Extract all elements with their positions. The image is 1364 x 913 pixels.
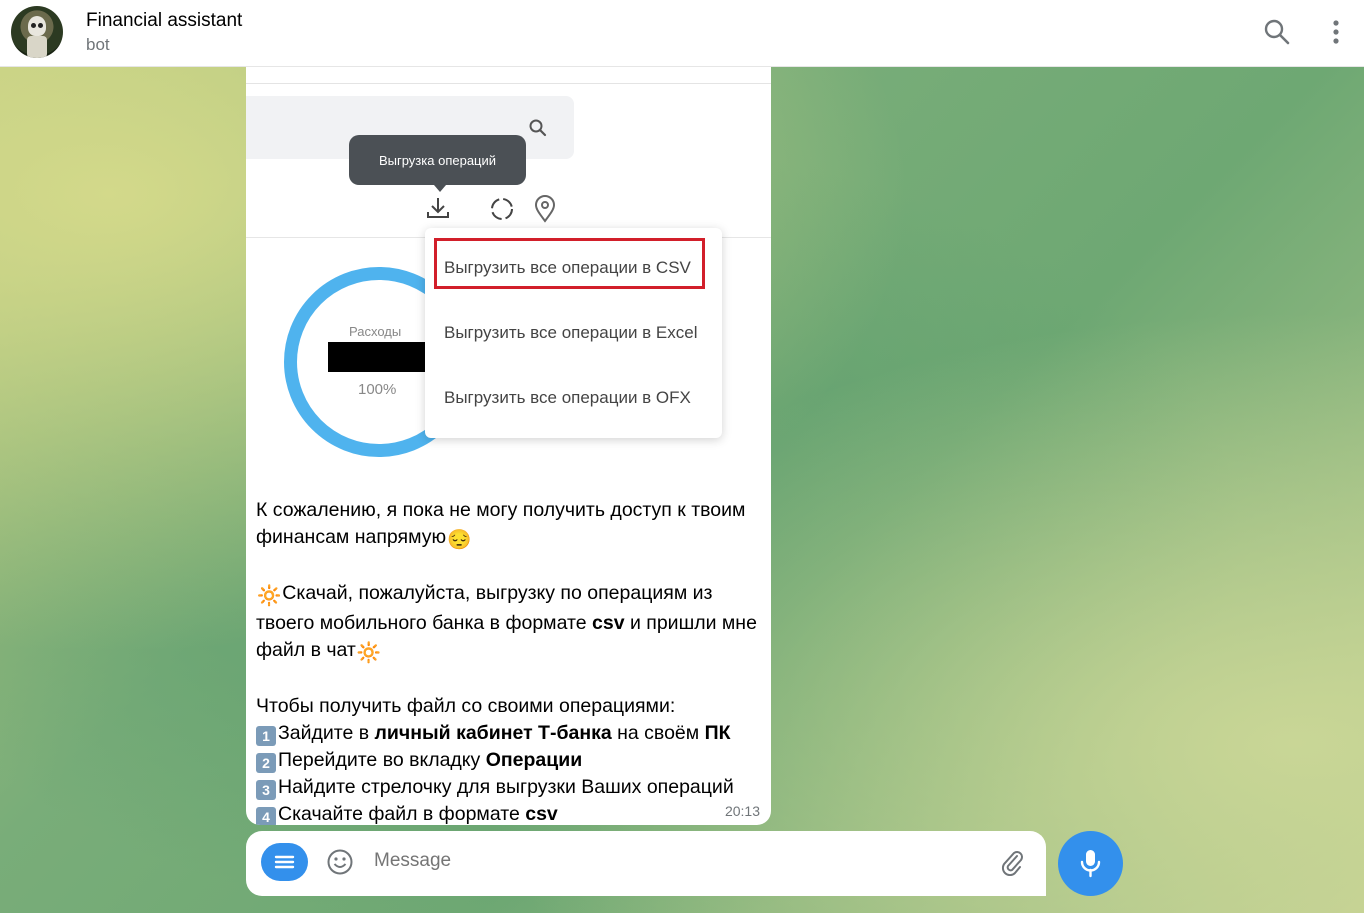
message-composer [246,831,1046,896]
smiley-icon[interactable] [326,848,354,876]
message-time: 20:13 [724,803,760,819]
chat-title[interactable]: Financial assistant [86,10,242,32]
location-pin-icon [534,195,556,223]
menu-icon [274,855,295,869]
donut-label: Расходы [349,324,402,339]
keycap-4-icon: 4 [256,807,276,825]
refresh-icon [491,198,513,220]
sun-emoji-icon: 🔆 [356,642,382,664]
step-2: 2 Перейдите во вкладку Операции [256,747,761,774]
more-vertical-icon[interactable] [1321,17,1351,47]
search-icon[interactable] [1262,17,1292,47]
step-4: 4 Скачайте файл в формате csv [256,801,761,825]
message-image[interactable]: Выгрузка операций Расходы 100% Выгрузить… [246,67,771,557]
menu-item-ofx[interactable]: Выгрузить все операции в OFX [444,388,691,408]
menu-item-excel[interactable]: Выгрузить все операции в Excel [444,323,698,343]
instructions-intro: Чтобы получить файл со своими операциями… [256,695,676,717]
download-icon [427,198,449,218]
bot-menu-button[interactable] [261,843,308,881]
pensive-emoji-icon: 😔 [447,529,472,551]
keycap-1-icon: 1 [256,726,276,746]
chat-header: Financial assistant bot [0,0,1364,67]
step-3: 3 Найдите стрелочку для выгрузки Ваших оп… [256,774,761,801]
paragraph1-text: К сожалению, я пока не могу получить дос… [256,499,746,548]
tooltip: Выгрузка операций [349,135,526,192]
format-csv: csv [592,612,625,634]
keycap-3-icon: 3 [256,780,276,800]
donut-percent: 100% [358,381,397,398]
message-bubble: Выгрузка операций Расходы 100% Выгрузить… [246,67,771,825]
microphone-button[interactable] [1058,831,1123,896]
message-input[interactable] [374,850,974,872]
sun-emoji-icon: 🔆 [257,585,282,607]
microphone-icon [1080,850,1101,878]
paperclip-icon[interactable] [998,848,1026,876]
search-icon [529,119,547,137]
message-text: К сожалению, я пока не могу получить дос… [256,497,761,825]
avatar[interactable] [11,6,63,58]
keycap-2-icon: 2 [256,753,276,773]
chat-status: bot [86,35,110,54]
redacted-amount [328,342,438,372]
menu-item-csv[interactable]: Выгрузить все операции в CSV [444,258,691,278]
step-1: 1 Зайдите в личный кабинет Т-банка на сво… [256,720,761,747]
export-dropdown: Выгрузить все операции в CSV Выгрузить в… [425,228,722,438]
